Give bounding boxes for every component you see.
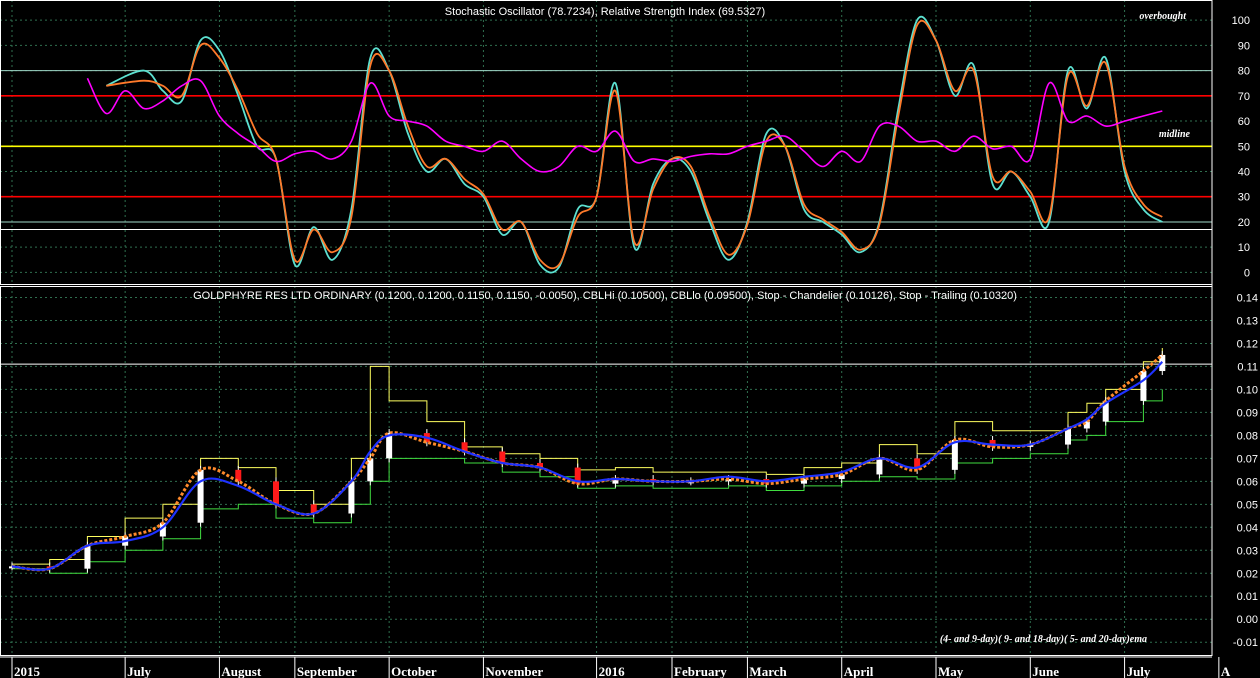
osc-y-tick-label: 80 [1238,66,1250,78]
ema-legend-note: (4- and 9-day)( 9- and 18-day)( 5- and 2… [940,634,1147,645]
price-y-tick-label: 0.07 [1237,453,1258,465]
osc-y-tick-label: 30 [1238,192,1250,204]
osc-y-tick-label: 50 [1238,141,1250,153]
month-label: A [1221,664,1231,678]
price-y-tick-label: 0.00 [1237,614,1258,626]
price-y-tick-label: 0.06 [1237,476,1258,488]
osc-y-tick-label: 100 [1232,15,1250,27]
osc-y-tick-label: 70 [1238,91,1250,103]
month-label: June [1032,664,1059,678]
oscillator-title: Stochastic Oscillator (78.7234), Relativ… [445,6,765,18]
osc-y-tick-label: 20 [1238,217,1250,229]
price-y-tick-label: 0.11 [1237,361,1258,373]
osc-y-tick-label: 10 [1238,242,1250,254]
price-y-tick-label: 0.05 [1237,499,1258,511]
month-label: September [297,664,357,678]
price-y-tick-label: -0.01 [1233,637,1258,649]
price-y-tick-label: 0.01 [1237,591,1258,603]
month-label: March [749,664,787,678]
month-label: April [844,664,874,678]
month-label: November [485,664,543,678]
price-y-tick-label: 0.14 [1237,292,1258,304]
osc-y-tick-label: 90 [1238,40,1250,52]
month-label: February [674,664,727,678]
osc-y-tick-label: 0 [1244,267,1250,279]
legend-rsi: RSI [1120,272,1142,286]
overbought-label: overbought [1139,11,1187,22]
month-label: August [221,664,261,678]
price-y-tick-label: 0.04 [1237,522,1258,534]
price-y-tick-label: 0.13 [1237,315,1258,327]
price-y-tick-label: 0.09 [1237,407,1258,419]
month-label: July [1127,664,1151,678]
price-y-tick-label: 0.10 [1237,384,1258,396]
price-title: GOLDPHYRE RES LTD ORDINARY (0.1200, 0.12… [193,290,1017,302]
month-label: May [938,664,964,678]
month-label: July [127,664,151,678]
month-label: 2016 [599,664,626,678]
price-y-tick-label: 0.12 [1237,338,1258,350]
price-y-tick-label: 0.02 [1237,568,1258,580]
osc-y-tick-label: 60 [1238,116,1250,128]
price-candle [197,465,204,527]
osc-y-tick-label: 40 [1238,167,1250,179]
legend-stoch: STOCH [1137,263,1177,277]
price-y-tick-label: 0.08 [1237,430,1258,442]
month-label: 2015 [14,664,41,678]
midline-label: midline [1159,129,1191,140]
price-y-tick-label: 0.03 [1237,545,1258,557]
month-label: October [391,664,437,678]
technical-chart: 0 10 20 30 40 50 60 70 80 90 100 Stochastic Oscill… [0,0,1260,678]
